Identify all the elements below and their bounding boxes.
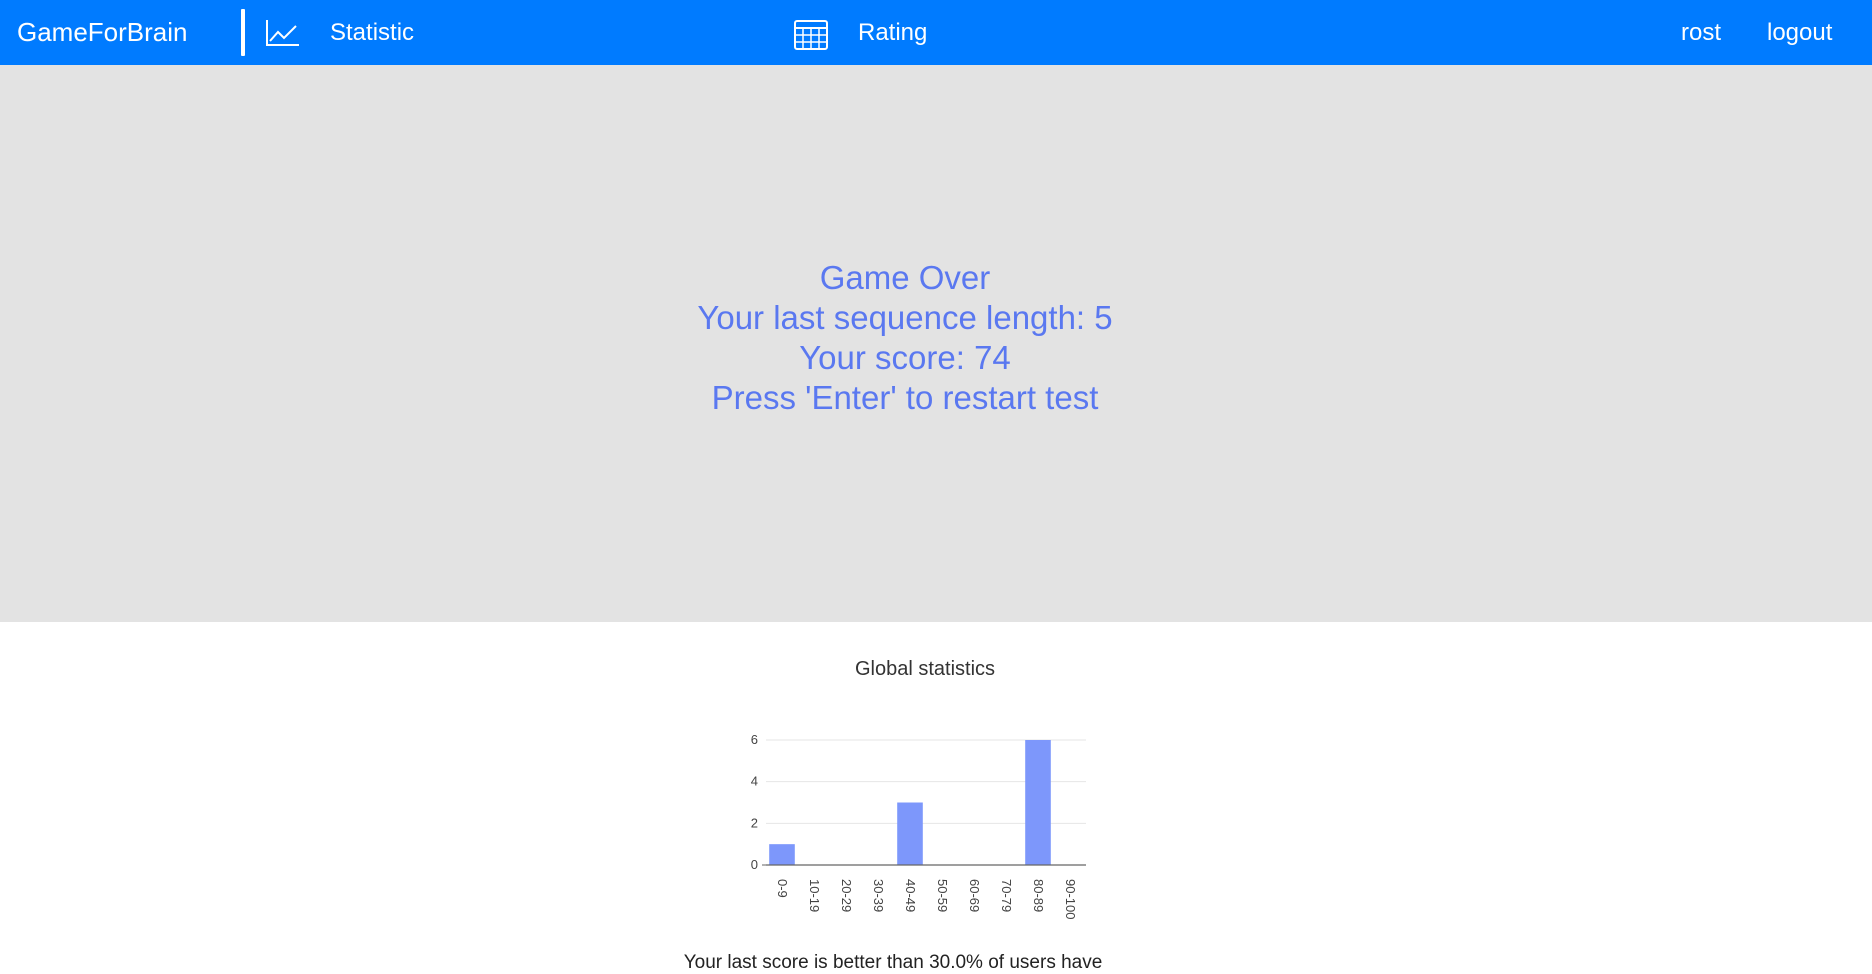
nav-logout-link[interactable]: logout (1767, 0, 1832, 65)
game-over-message: Game Over Your last sequence length: 5 Y… (0, 258, 1810, 418)
x-tick-label: 60-69 (967, 879, 982, 912)
line-chart-icon[interactable] (265, 18, 301, 53)
x-tick-label: 50-59 (935, 879, 950, 912)
x-tick-label: 80-89 (1031, 879, 1046, 912)
x-tick-label: 0-9 (775, 879, 790, 898)
table-icon[interactable] (794, 20, 828, 55)
x-tick-label: 90-100 (1063, 879, 1078, 919)
top-navbar: GameForBrain Statistic Rating rost logou… (0, 0, 1872, 65)
nav-statistic-link[interactable]: Statistic (330, 0, 414, 65)
x-tick-label: 20-29 (839, 879, 854, 912)
global-statistics-chart: 0 2 4 6 0-9 10-19 20-29 30-39 40-49 50-59 60-69 70-… (751, 732, 1086, 919)
score-percentile-text: Your last score is better than 30.0% of … (683, 952, 1103, 973)
x-tick-label: 10-19 (807, 879, 822, 912)
navbar-divider (241, 9, 245, 56)
x-tick-label: 40-49 (903, 879, 918, 912)
game-over-title: Game Over (819, 259, 991, 296)
x-tick-label: 70-79 (999, 879, 1014, 912)
brand-link[interactable]: GameForBrain (17, 0, 188, 65)
chart-bar (769, 844, 795, 865)
x-tick-label: 30-39 (871, 879, 886, 912)
y-tick-label: 6 (751, 732, 758, 747)
y-tick-label: 0 (751, 857, 758, 872)
sequence-length-text: Your last sequence length: 5 (697, 299, 1113, 336)
chart-bar (1025, 740, 1051, 865)
restart-hint-text: Press 'Enter' to restart test (711, 379, 1099, 416)
chart-bar (897, 802, 923, 865)
stats-title: Global statistics (854, 658, 996, 680)
nav-rating-link[interactable]: Rating (858, 0, 927, 65)
game-area[interactable]: Game Over Your last sequence length: 5 Y… (0, 65, 1872, 622)
y-tick-label: 2 (751, 815, 758, 830)
score-text: Your score: 74 (799, 339, 1011, 376)
nav-user-link[interactable]: rost (1681, 0, 1721, 65)
y-tick-label: 4 (751, 774, 758, 789)
